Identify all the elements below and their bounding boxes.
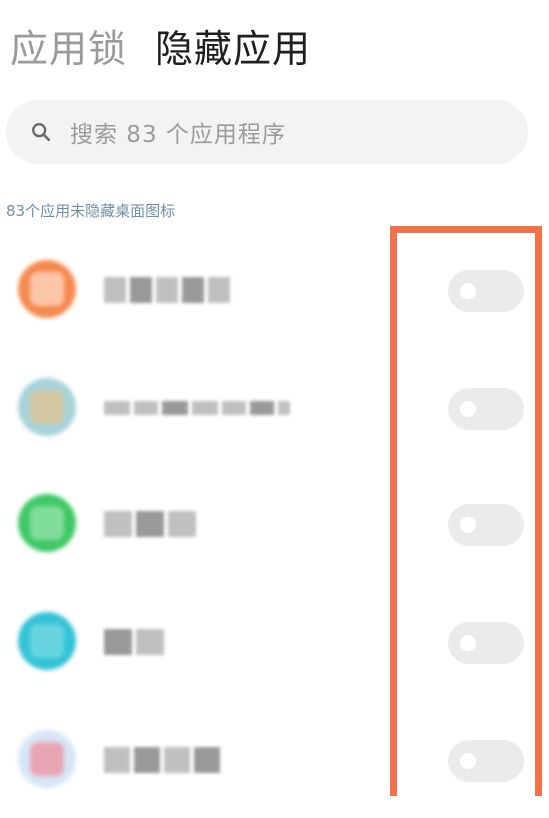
app-name-redacted bbox=[104, 274, 230, 306]
app-name-redacted bbox=[104, 392, 290, 424]
app-icon bbox=[18, 612, 76, 670]
hide-app-toggle[interactable] bbox=[448, 270, 524, 312]
list-item bbox=[0, 584, 549, 700]
app-icon bbox=[18, 730, 76, 788]
tab-hide-apps[interactable]: 隐藏应用 bbox=[155, 18, 311, 73]
toggle-knob bbox=[460, 753, 476, 769]
hide-app-toggle[interactable] bbox=[448, 740, 524, 782]
toggle-knob bbox=[460, 635, 476, 651]
hide-app-toggle[interactable] bbox=[448, 622, 524, 664]
list-item bbox=[0, 702, 549, 818]
header: 应用锁 隐藏应用 bbox=[10, 18, 311, 73]
search-icon bbox=[32, 123, 51, 142]
list-item bbox=[0, 232, 549, 348]
hide-app-toggle[interactable] bbox=[448, 504, 524, 546]
app-name-redacted bbox=[104, 744, 220, 776]
app-icon bbox=[18, 494, 76, 552]
list-item bbox=[0, 466, 549, 582]
search-bar[interactable]: 搜索 83 个应用程序 bbox=[6, 100, 528, 164]
hide-app-toggle[interactable] bbox=[448, 388, 524, 430]
tab-app-lock[interactable]: 应用锁 bbox=[10, 18, 127, 73]
search-input[interactable]: 搜索 83 个应用程序 bbox=[70, 115, 286, 149]
toggle-knob bbox=[460, 517, 476, 533]
toggle-knob bbox=[460, 283, 476, 299]
apps-count-label: 83个应用未隐藏桌面图标 bbox=[6, 202, 176, 220]
app-name-redacted bbox=[104, 508, 196, 540]
list-item bbox=[0, 350, 549, 466]
toggle-knob bbox=[460, 401, 476, 417]
app-icon bbox=[18, 260, 76, 318]
app-name-redacted bbox=[104, 626, 164, 658]
app-icon bbox=[18, 378, 76, 436]
